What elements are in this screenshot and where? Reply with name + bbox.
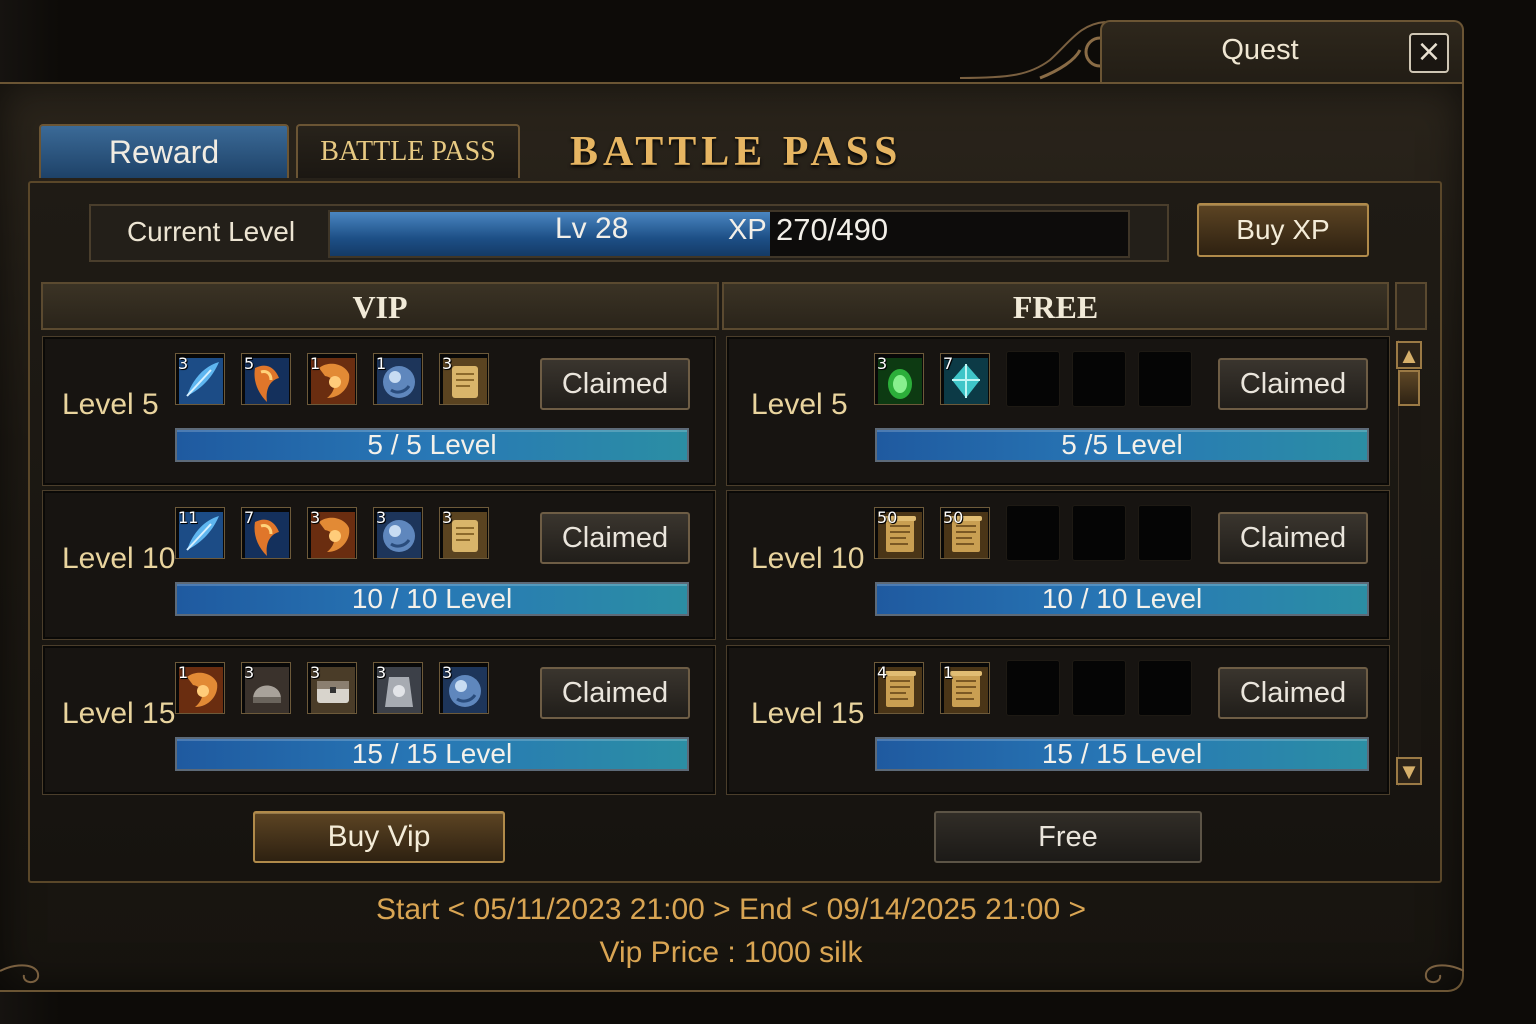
reward-item-slot[interactable]: 3 [241, 662, 291, 714]
reward-item-slot[interactable]: 3 [307, 507, 357, 559]
reward-item-slot[interactable]: 50 [874, 507, 924, 559]
reward-item-slot[interactable]: 5 [241, 353, 291, 405]
scroll-up-button[interactable]: ▲ [1396, 341, 1422, 369]
current-level-label: Current Level [126, 216, 296, 247]
item-count: 50 [943, 508, 964, 527]
close-button[interactable]: × [1409, 33, 1449, 73]
scrollbar-track[interactable] [1398, 340, 1421, 786]
reward-item-slot[interactable]: 3 [439, 662, 489, 714]
reward-item-slot[interactable]: 7 [940, 353, 990, 405]
reward-item-slot[interactable]: 3 [439, 353, 489, 405]
level-progress-bar: 15 / 15 Level [875, 737, 1369, 771]
empty-item-slot [1072, 505, 1126, 561]
tab-reward[interactable]: Reward [39, 124, 289, 178]
reward-item-slot[interactable]: 3 [175, 353, 225, 405]
row-level-label: Level 10 [62, 542, 176, 575]
reward-item-slot[interactable]: 3 [373, 662, 423, 714]
buy-xp-button[interactable]: Buy XP [1197, 203, 1369, 257]
claimed-button[interactable]: Claimed [540, 667, 690, 719]
item-count: 11 [178, 508, 199, 527]
xp-label: XP [728, 214, 767, 246]
free-button[interactable]: Free [934, 811, 1202, 863]
vip-price-text: Vip Price : 1000 silk [599, 936, 863, 969]
ornament-corner-left-icon [0, 964, 40, 983]
claimed-button[interactable]: Claimed [1218, 512, 1368, 564]
item-count: 1 [310, 354, 321, 373]
reward-item-slot[interactable]: 7 [241, 507, 291, 559]
level-progress-bar: 10 / 10 Level [175, 582, 689, 616]
row-level-label: Level 5 [751, 388, 848, 421]
item-count: 3 [442, 354, 453, 373]
vip-column-header: VIP [41, 282, 719, 330]
schedule-text: Start < 05/11/2023 21:00 > End < 09/14/2… [375, 893, 1087, 926]
item-count: 3 [442, 508, 453, 527]
xp-progress-fill [330, 212, 770, 256]
empty-item-slot [1006, 351, 1060, 407]
window-title: Quest [1221, 34, 1299, 66]
scroll-header-box [1395, 282, 1427, 330]
level-progress-bar: 10 / 10 Level [875, 582, 1369, 616]
level-progress-bar: 5 /5 Level [875, 428, 1369, 462]
item-count: 4 [877, 663, 888, 682]
triangle-up-icon: ▲ [1398, 343, 1420, 368]
triangle-down-icon: ▼ [1398, 759, 1420, 784]
reward-item-slot[interactable]: 1 [940, 662, 990, 714]
close-icon: × [1416, 34, 1442, 69]
item-count: 3 [244, 663, 255, 682]
reward-item-slot[interactable]: 3 [373, 507, 423, 559]
item-count: 1 [178, 663, 189, 682]
reward-item-slot[interactable]: 1 [307, 353, 357, 405]
item-count: 1 [376, 354, 387, 373]
reward-item-slot[interactable]: 1 [175, 662, 225, 714]
claimed-button[interactable]: Claimed [1218, 358, 1368, 410]
item-count: 3 [310, 508, 321, 527]
scrollbar-thumb[interactable] [1398, 370, 1420, 406]
empty-item-slot [1006, 505, 1060, 561]
scroll-down-button[interactable]: ▼ [1396, 757, 1422, 785]
claimed-button[interactable]: Claimed [1218, 667, 1368, 719]
level-value: Lv 28 [555, 212, 629, 245]
xp-value: 270/490 [776, 212, 889, 247]
row-level-label: Level 15 [751, 697, 865, 730]
empty-item-slot [1006, 660, 1060, 716]
level-progress-bar: 5 / 5 Level [175, 428, 689, 462]
row-level-label: Level 5 [62, 388, 159, 421]
row-level-label: Level 10 [751, 542, 865, 575]
tab-battle-pass[interactable]: BATTLE PASS [296, 124, 520, 178]
empty-item-slot [1138, 505, 1192, 561]
ornament-curl-icon [960, 21, 1116, 80]
empty-item-slot [1072, 351, 1126, 407]
item-count: 3 [376, 508, 387, 527]
reward-item-slot[interactable]: 3 [439, 507, 489, 559]
empty-item-slot [1072, 660, 1126, 716]
reward-item-slot[interactable]: 1 [373, 353, 423, 405]
reward-item-slot[interactable]: 3 [874, 353, 924, 405]
ornament-corner-right-icon [1424, 964, 1464, 983]
empty-item-slot [1138, 660, 1192, 716]
item-count: 3 [178, 354, 189, 373]
reward-item-slot[interactable]: 3 [307, 662, 357, 714]
reward-item-slot[interactable]: 11 [175, 507, 225, 559]
row-level-label: Level 15 [62, 697, 176, 730]
item-count: 7 [244, 508, 255, 527]
free-column-header: FREE [722, 282, 1389, 330]
item-count: 3 [376, 663, 387, 682]
page-title: BATTLE PASS [570, 129, 903, 175]
empty-item-slot [1138, 351, 1192, 407]
item-count: 3 [310, 663, 321, 682]
item-count: 5 [244, 354, 255, 373]
buy-vip-button[interactable]: Buy Vip [253, 811, 505, 863]
reward-item-slot[interactable]: 50 [940, 507, 990, 559]
claimed-button[interactable]: Claimed [540, 512, 690, 564]
item-count: 3 [442, 663, 453, 682]
item-count: 1 [943, 663, 954, 682]
claimed-button[interactable]: Claimed [540, 358, 690, 410]
item-count: 50 [877, 508, 898, 527]
reward-item-slot[interactable]: 4 [874, 662, 924, 714]
item-count: 7 [943, 354, 954, 373]
item-count: 3 [877, 354, 888, 373]
level-progress-bar: 15 / 15 Level [175, 737, 689, 771]
